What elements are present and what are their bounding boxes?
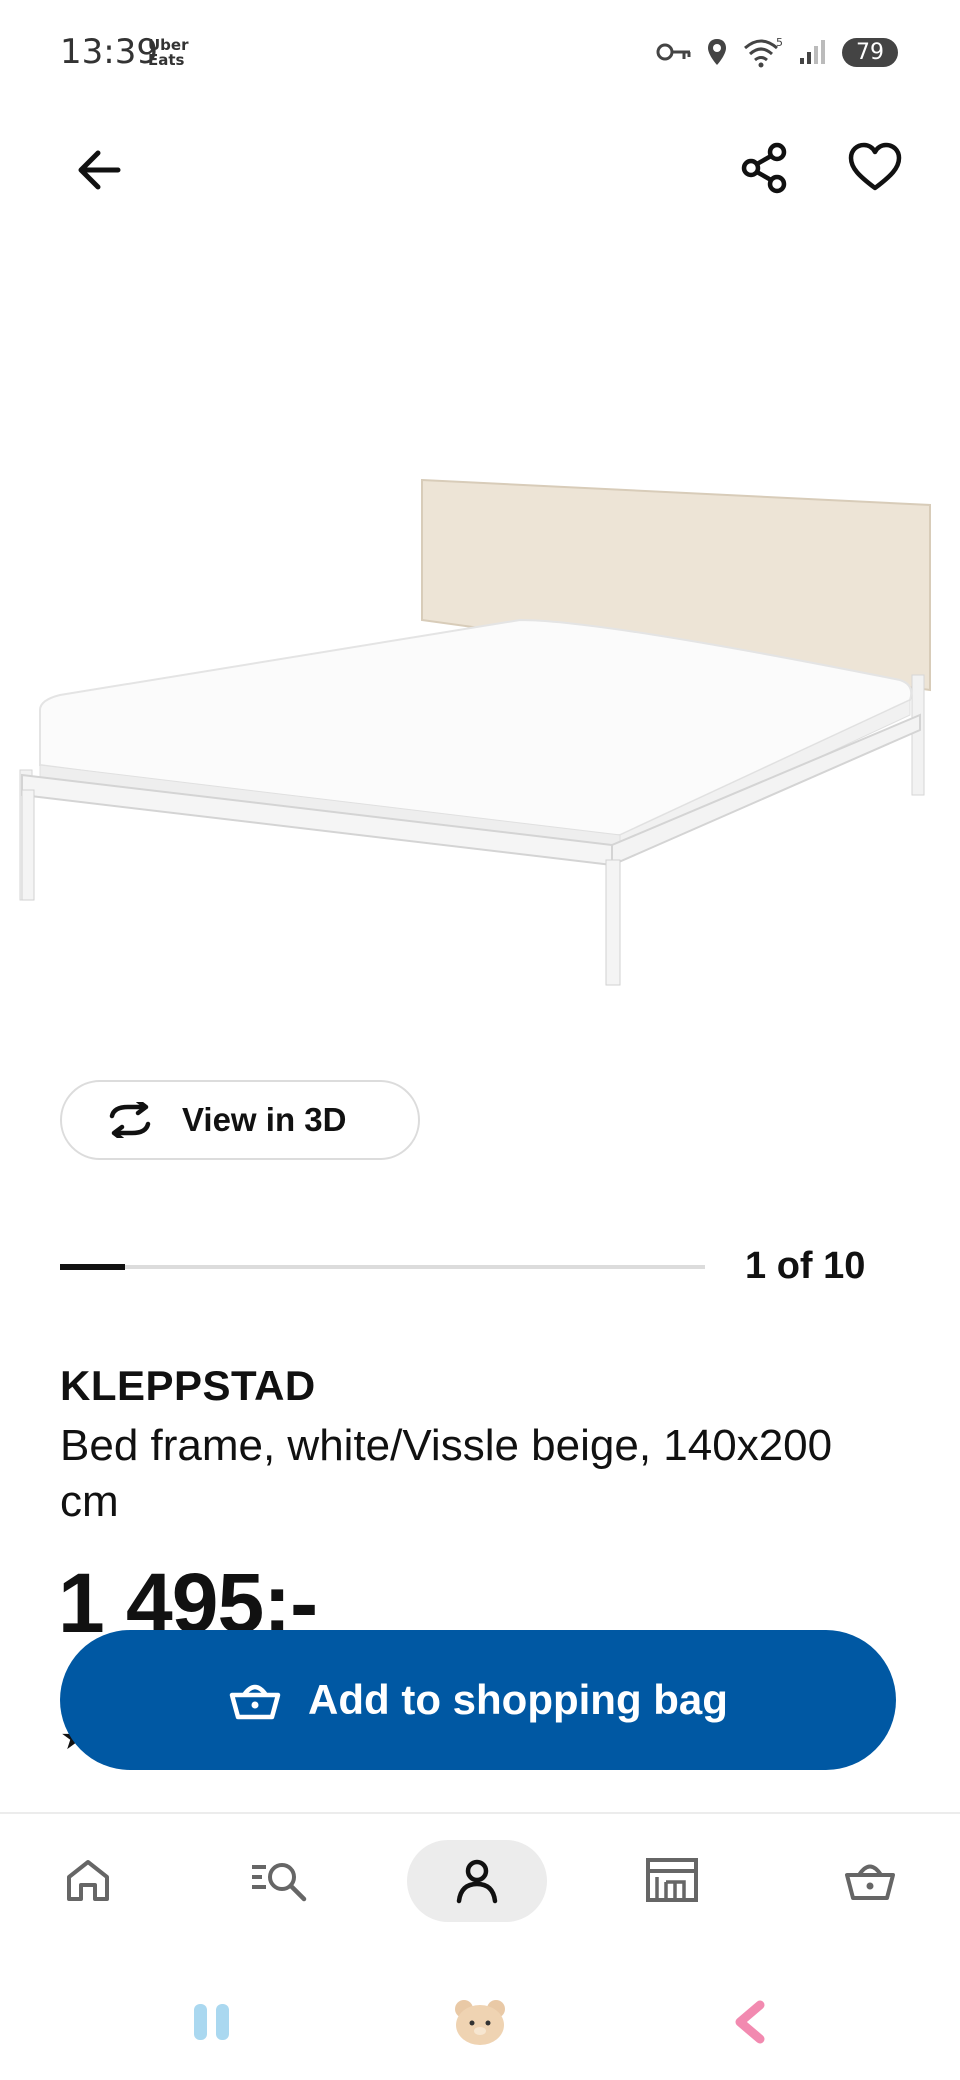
- bottom-nav: [0, 1812, 960, 1962]
- gallery-progress-bar: [60, 1264, 705, 1270]
- home-nav-button[interactable]: [450, 1992, 510, 2052]
- back-chevron-icon: [735, 2000, 765, 2044]
- nav-basket[interactable]: [830, 1840, 910, 1920]
- key-icon: [656, 43, 691, 61]
- nav-profile[interactable]: [407, 1840, 547, 1922]
- basket-icon: [845, 1864, 895, 1900]
- basket-icon: [229, 1684, 281, 1720]
- rotate-3d-icon: [109, 1102, 151, 1138]
- recent-apps-button[interactable]: [182, 1992, 242, 2052]
- status-time: 13:39: [60, 32, 158, 72]
- recent-apps-icon: [194, 2004, 229, 2040]
- favorite-button[interactable]: [845, 138, 905, 198]
- add-to-bag-label: Add to shopping bag: [308, 1676, 728, 1723]
- search-icon: [252, 1863, 307, 1902]
- product-image[interactable]: [0, 420, 960, 1040]
- store-icon: [646, 1858, 698, 1902]
- system-nav-bar: [0, 1962, 960, 2080]
- back-nav-button[interactable]: [720, 1992, 780, 2052]
- gallery-counter: 1 of 10: [745, 1245, 866, 1287]
- profile-icon: [456, 1859, 498, 1904]
- share-button[interactable]: [735, 138, 795, 198]
- bear-home-icon: [455, 2000, 505, 2045]
- product-name: KLEPPSTAD: [60, 1362, 316, 1409]
- signal-icon: [800, 40, 825, 64]
- gallery-progress-fill: [60, 1264, 125, 1270]
- arrow-left-icon: [78, 150, 121, 190]
- nav-stores[interactable]: [632, 1840, 712, 1920]
- back-button[interactable]: [70, 140, 130, 200]
- top-nav: [0, 120, 960, 210]
- view-in-3d-button[interactable]: View in 3D: [60, 1080, 420, 1160]
- status-icons: 5 79: [656, 36, 898, 68]
- nav-home[interactable]: [48, 1840, 128, 1920]
- add-to-bag-button[interactable]: Add to shopping bag: [60, 1630, 896, 1770]
- svg-text:5: 5: [776, 36, 783, 49]
- battery-indicator: 79: [842, 37, 898, 67]
- home-icon: [67, 1860, 109, 1901]
- uber-eats-notification-icon: Uber Eats: [148, 36, 189, 69]
- location-icon: [708, 39, 726, 65]
- nav-search[interactable]: [240, 1840, 320, 1920]
- heart-icon: [848, 142, 902, 191]
- status-bar: 13:39 Uber Eats 5 79: [0, 0, 960, 110]
- wifi-icon: 5: [744, 36, 783, 68]
- share-icon: [741, 142, 787, 194]
- view-in-3d-label: View in 3D: [182, 1101, 347, 1138]
- product-description: Bed frame, white/Vissle beige, 140x200 c…: [60, 1421, 833, 1526]
- bed-image: [19, 478, 931, 986]
